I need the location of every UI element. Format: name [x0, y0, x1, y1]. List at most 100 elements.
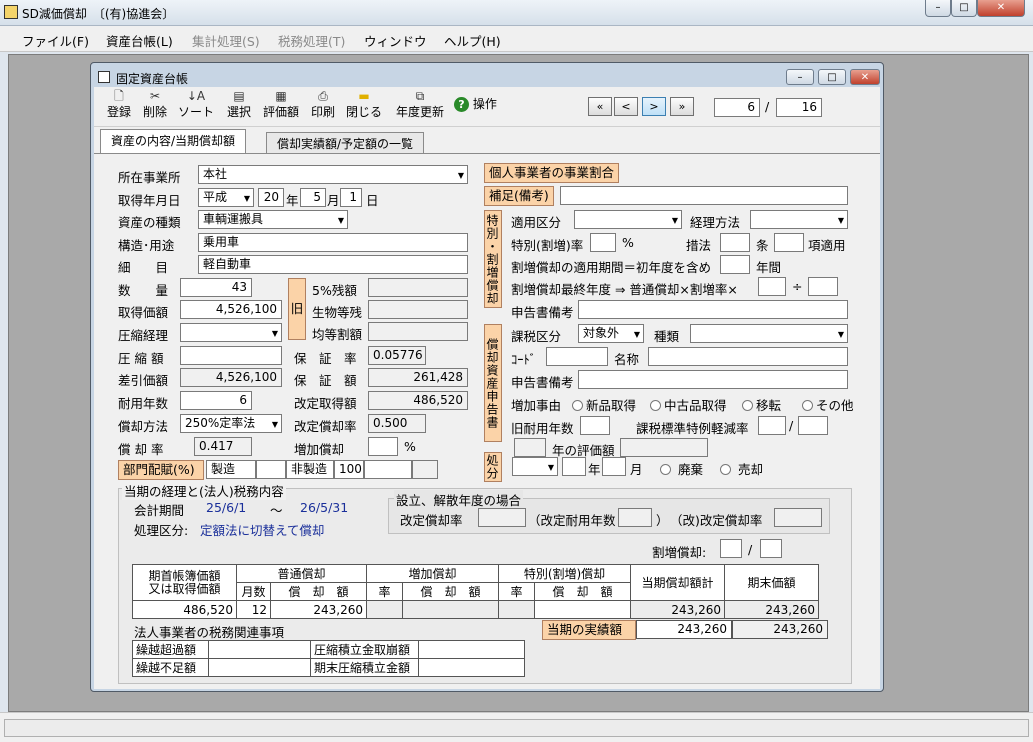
period-group-title: 当期の経理と(法人)税務内容: [122, 481, 286, 500]
start-value-cell[interactable]: 486,520: [132, 600, 237, 619]
method-select[interactable]: 250%定率法: [180, 414, 282, 433]
menu-help[interactable]: ヘルプ(H): [444, 31, 501, 50]
old-life-field[interactable]: [580, 416, 610, 435]
structure-field[interactable]: 乗用車: [198, 233, 468, 252]
article-field[interactable]: [774, 233, 804, 252]
disposal-month-field[interactable]: [602, 457, 626, 476]
period-field[interactable]: [720, 255, 750, 274]
special-rate-field[interactable]: [590, 233, 616, 252]
year-field[interactable]: 20: [258, 188, 284, 207]
dept-nonmfg-field[interactable]: 100: [334, 460, 364, 479]
disposal-era-select[interactable]: [512, 457, 558, 476]
life-field[interactable]: 6: [180, 391, 252, 410]
compress-select[interactable]: [180, 323, 282, 342]
revised-cost-field: 486,520: [368, 391, 468, 410]
child-close-icon[interactable]: ✕: [850, 69, 880, 85]
special-amount-cell[interactable]: [534, 600, 631, 619]
months-cell[interactable]: 12: [236, 600, 271, 619]
final-denominator-field[interactable]: [808, 277, 838, 296]
radio-icon: [720, 464, 731, 475]
select-button[interactable]: ▤ 選択: [224, 89, 254, 119]
report-note2-field[interactable]: [578, 370, 848, 389]
valuation-button[interactable]: ▦ 評価額: [260, 89, 302, 119]
corp-table: 繰越超過額 圧縮積立金取崩額 繰越不足額 期末圧縮積立金額: [132, 640, 525, 677]
menu-bar: ファイル(F) 資産台帳(L) 集計処理(S) 税務処理(T) ウィンドウ ヘル…: [0, 26, 1033, 52]
extra-num-field[interactable]: [720, 539, 742, 558]
reason-new-radio[interactable]: 新品取得: [572, 395, 636, 414]
over-field[interactable]: [208, 640, 311, 659]
col-start-header: 期首帳簿価額 又は取得価額: [132, 564, 237, 601]
code-field[interactable]: [546, 347, 608, 366]
menu-tax[interactable]: 税務処理(T): [278, 31, 345, 50]
extra-den-field[interactable]: [760, 539, 782, 558]
measure-field[interactable]: [720, 233, 750, 252]
help-operation-button[interactable]: ? 操作: [454, 97, 500, 112]
reason-other-radio[interactable]: その他: [802, 395, 854, 414]
print-button[interactable]: ⎙ 印刷: [308, 89, 338, 119]
minimize-icon[interactable]: –: [925, 0, 951, 17]
apply-select[interactable]: [574, 210, 682, 229]
era-select[interactable]: 平成: [198, 188, 254, 207]
menu-window[interactable]: ウィンドウ: [364, 31, 427, 50]
dept-mfg-field[interactable]: [256, 460, 286, 479]
compress-amt-field[interactable]: [180, 346, 282, 365]
first-record-button[interactable]: «: [588, 97, 612, 116]
delete-button[interactable]: ✂ 削除: [140, 89, 170, 119]
year-update-button[interactable]: ⧉ 年度更新: [392, 89, 448, 119]
close-button[interactable]: ▬ 閉じる: [344, 89, 384, 119]
location-select[interactable]: 本社: [198, 165, 468, 184]
sort-button[interactable]: ↓A ソート: [176, 89, 216, 119]
increase-unit: %: [404, 439, 416, 454]
prev-record-button[interactable]: <: [614, 97, 638, 116]
reserve-field[interactable]: [418, 640, 525, 659]
rate-field: 0.417: [194, 437, 252, 456]
close-icon[interactable]: ✕: [977, 0, 1025, 17]
reduction-den-field[interactable]: [798, 416, 828, 435]
cost-field[interactable]: 4,526,100: [180, 300, 282, 319]
scissors-icon: ✂: [149, 89, 161, 103]
menu-file[interactable]: ファイル(F): [22, 31, 89, 50]
setup-rate-field: [478, 508, 526, 527]
tab-depreciation-list[interactable]: 償却実績額/予定額の一覧: [266, 132, 425, 153]
tab-asset-content[interactable]: 資産の内容/当期償却額: [100, 129, 247, 153]
disposal-sale-radio[interactable]: 売却: [720, 459, 763, 478]
maximize-icon[interactable]: □: [951, 0, 977, 17]
menu-asset-ledger[interactable]: 資産台帳(L): [106, 31, 173, 50]
final-numerator-field[interactable]: [758, 277, 786, 296]
last-record-button[interactable]: »: [670, 97, 694, 116]
menu-aggregate[interactable]: 集計処理(S): [192, 31, 260, 50]
app-title-bar: SD減価償却 〔(有)協進会〕 – □ ✕: [0, 0, 1033, 26]
reduction-num-field[interactable]: [758, 416, 786, 435]
disposal-scrap-radio[interactable]: 廃棄: [660, 459, 703, 478]
reason-used-radio[interactable]: 中古品取得: [650, 395, 727, 414]
child-maximize-icon[interactable]: □: [818, 69, 846, 85]
reserve-end-field[interactable]: [418, 658, 525, 677]
name-field[interactable]: [648, 347, 848, 366]
acct-select[interactable]: [750, 210, 848, 229]
structure-label: 構造･用途: [118, 238, 175, 253]
day-unit: 日: [366, 193, 379, 208]
note-field[interactable]: [560, 186, 848, 205]
current-record-field[interactable]: 6: [714, 98, 760, 117]
month-field[interactable]: 5: [300, 188, 326, 207]
report-note-field[interactable]: [578, 300, 848, 319]
reason-move-radio[interactable]: 移転: [742, 395, 781, 414]
old-badge: 旧: [288, 278, 306, 340]
window-title: 固定資産台帳: [116, 72, 189, 86]
day-field[interactable]: 1: [340, 188, 362, 207]
tax-cat-select[interactable]: 対象外: [578, 324, 644, 343]
biz-ratio-button[interactable]: 個人事業者の事業割合: [484, 163, 620, 183]
dept-extra-field[interactable]: [364, 460, 412, 479]
detail-field[interactable]: 軽自動車: [198, 255, 468, 274]
disposal-year-field[interactable]: [562, 457, 586, 476]
normal-amount-cell[interactable]: 243,260: [270, 600, 367, 619]
increase-field[interactable]: [368, 437, 398, 456]
short-field[interactable]: [208, 658, 311, 677]
type-select[interactable]: 車輌運搬具: [198, 210, 348, 229]
qty-field[interactable]: 43: [180, 278, 252, 297]
month-unit: 月: [327, 193, 340, 208]
next-record-button[interactable]: >: [642, 97, 666, 116]
kind-select[interactable]: [690, 324, 848, 343]
child-minimize-icon[interactable]: –: [786, 69, 814, 85]
register-button[interactable]: 🗋 登録: [104, 89, 134, 119]
